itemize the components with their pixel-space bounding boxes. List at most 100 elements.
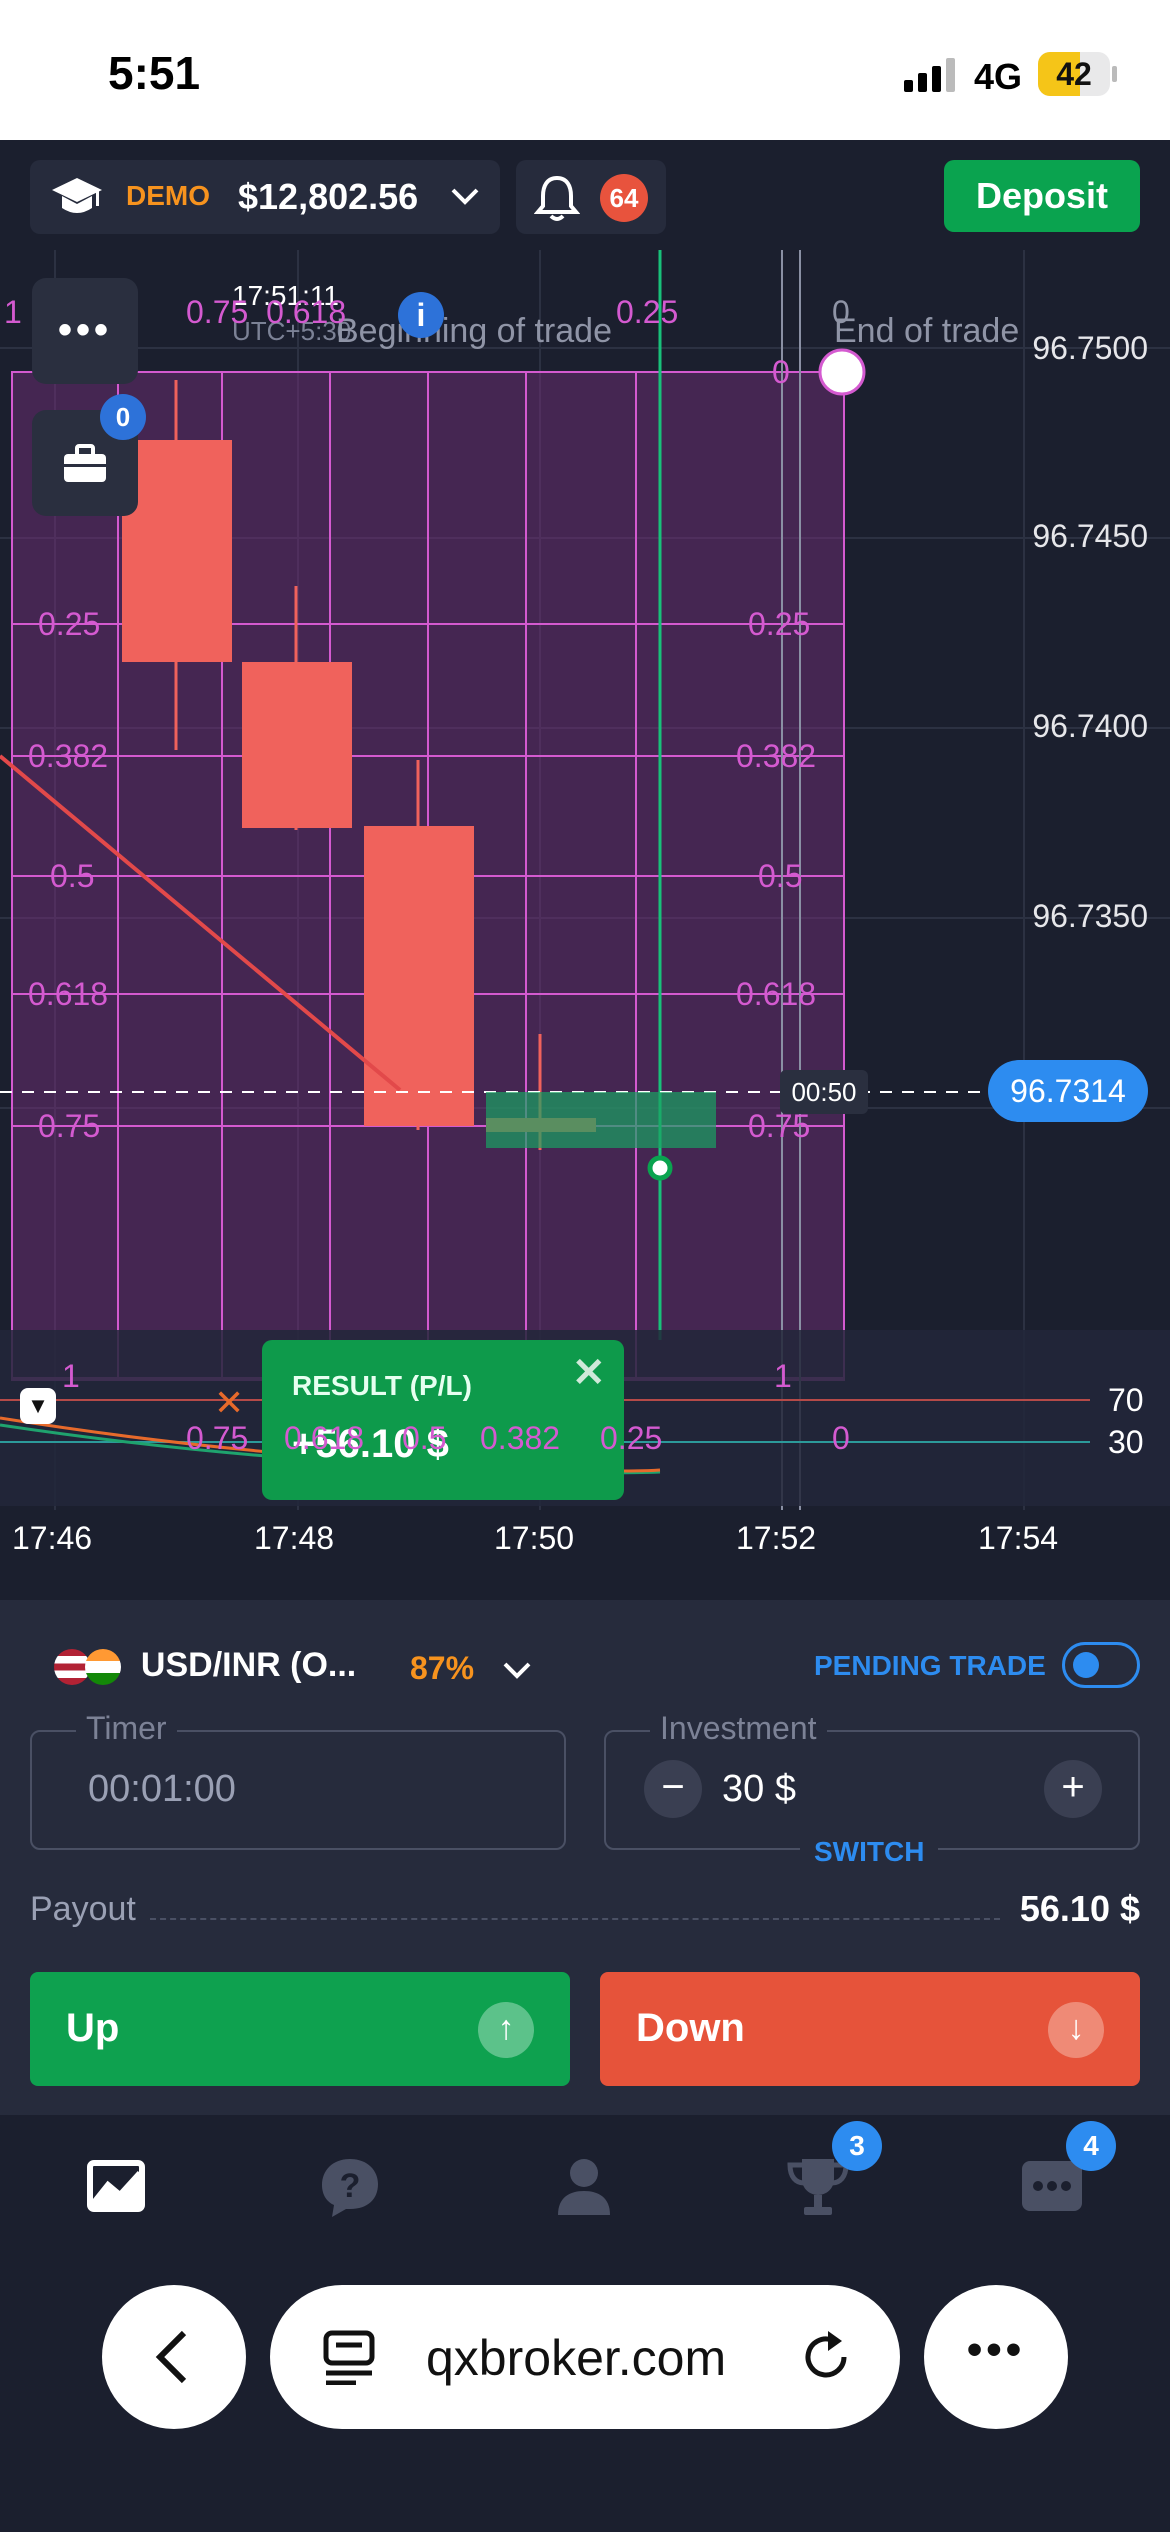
fib-label-right: 0.382 [736, 738, 817, 774]
more-menu-button[interactable]: ••• [32, 278, 138, 384]
notifications-badge: 64 [600, 174, 648, 222]
investment-label: Investment [650, 1710, 827, 1747]
more-dots-icon: ••• [966, 2325, 1026, 2374]
fib-label-right: 0.25 [748, 606, 811, 642]
signal-icon [904, 58, 955, 92]
nav-chart[interactable] [76, 2147, 156, 2227]
portfolio-button[interactable]: 0 [32, 394, 146, 516]
fib-bottom-label: 0.382 [480, 1420, 561, 1456]
chart-canvas [0, 250, 1170, 1510]
fib-bottom-label: 0 [832, 1420, 850, 1456]
nav-trophy[interactable]: 3 [778, 2121, 882, 2227]
info-icon[interactable]: i [398, 292, 444, 338]
bottom-nav: ? 3 4 qxbroker.com ••• [0, 2115, 1170, 2532]
time-tick: 17:54 [978, 1520, 1059, 1556]
asset-selector[interactable]: USD/INR (O... [54, 1646, 356, 1686]
up-button[interactable]: Up ↑ [30, 1972, 570, 2086]
price-tick: 96.7450 [1032, 518, 1148, 554]
fib-bottom-label: 0.25 [600, 1420, 663, 1456]
arrow-down-icon: ↓ [1048, 2002, 1104, 2058]
deposit-button[interactable]: Deposit [944, 160, 1140, 232]
bell-icon [534, 175, 580, 221]
url-text: qxbroker.com [426, 2330, 727, 2386]
back-button[interactable] [102, 2285, 246, 2429]
close-icon[interactable]: ✕ [572, 1350, 606, 1396]
svg-text:?: ? [340, 2167, 361, 2205]
timer-value: 00:01:00 [88, 1768, 236, 1810]
payout-divider [150, 1918, 1000, 1920]
collapse-indicator-icon[interactable]: ▼ [20, 1388, 56, 1424]
reload-icon[interactable] [798, 2329, 854, 2385]
fib-label-right: 0.618 [736, 976, 817, 1012]
time-tick: 17:52 [736, 1520, 817, 1556]
decrease-investment-button[interactable]: − [644, 1760, 702, 1818]
india-flag-icon [85, 1649, 122, 1686]
investment-field[interactable]: Investment − 30 $ + [604, 1710, 1140, 1850]
url-bar[interactable]: qxbroker.com [270, 2285, 900, 2429]
fib-label-left: 0.382 [28, 738, 109, 774]
time-tick: 17:50 [494, 1520, 575, 1556]
end-of-trade-label: End of trade [834, 312, 1020, 350]
notifications-button[interactable]: 64 [516, 160, 666, 234]
chat-badge: 4 [1066, 2121, 1116, 2171]
delete-indicator-icon[interactable]: ✕ [214, 1382, 244, 1424]
chart-icon [87, 2160, 145, 2212]
fib-bottom-label: 0.75 [186, 1420, 249, 1456]
fib-label-left: 1 [62, 1358, 80, 1394]
arrow-up-icon: ↑ [478, 2002, 534, 2058]
oscillator-level: 70 [1108, 1382, 1144, 1418]
fib-label-left: 0.5 [50, 858, 95, 894]
chevron-down-icon[interactable] [502, 1660, 532, 1680]
nav-profile[interactable] [544, 2147, 624, 2227]
more-dots-icon: ••• [57, 308, 112, 352]
nav-help[interactable]: ? [310, 2147, 390, 2227]
price-tick: 96.7500 [1032, 330, 1148, 366]
price-tick: 96.7400 [1032, 708, 1148, 744]
pending-trade-label: PENDING TRADE [814, 1650, 1046, 1681]
timer-field[interactable]: Timer 00:01:00 [30, 1710, 566, 1850]
countdown-timer: 00:50 [780, 1070, 868, 1114]
down-button[interactable]: Down ↓ [600, 1972, 1140, 2086]
timer-label: Timer [76, 1710, 177, 1747]
nav-chat[interactable]: 4 [1012, 2121, 1116, 2227]
portfolio-badge: 0 [100, 394, 146, 440]
trophy-badge: 3 [832, 2121, 882, 2171]
current-price: 96.7314 [988, 1060, 1148, 1122]
fib-top-left-label: 1 [4, 294, 22, 330]
price-tick: 96.7350 [1032, 898, 1148, 934]
up-label: Up [66, 2006, 120, 2050]
account-mode: DEMO [126, 180, 210, 211]
increase-investment-button[interactable]: + [1044, 1760, 1102, 1818]
beginning-of-trade-label: Beginning of trade [336, 312, 612, 350]
briefcase-icon [64, 444, 106, 482]
account-selector[interactable]: DEMO $12,802.56 [30, 160, 500, 234]
price-chart[interactable]: 17:51:11 UTC+5:30 Beginning of trade End… [0, 250, 1170, 1510]
down-label: Down [636, 2006, 745, 2050]
browser-more-button[interactable]: ••• [924, 2285, 1068, 2429]
help-icon: ? [322, 2159, 378, 2217]
time-tick: 17:46 [12, 1520, 93, 1556]
payout-value: 56.10 $ [1019, 1888, 1140, 1929]
trade-panel: USD/INR (O... 87% PENDING TRADE Timer 00… [0, 1600, 1170, 2115]
top-bar: DEMO $12,802.56 64 Deposit [0, 140, 1170, 250]
battery-tip [1112, 66, 1117, 82]
investment-value: 30 $ [722, 1768, 796, 1810]
time-tick: 17:48 [254, 1520, 335, 1556]
reader-icon [323, 2330, 375, 2385]
oscillator-level: 30 [1108, 1424, 1144, 1460]
fib-label-left: 0.618 [28, 976, 109, 1012]
switch-button[interactable]: SWITCH [800, 1836, 939, 1868]
account-balance: $12,802.56 [238, 176, 419, 217]
battery-level: 42 [1056, 56, 1092, 92]
fib-top-zero-label: 0 [832, 294, 850, 330]
battery-icon: 42 [1038, 52, 1110, 96]
fib-top-mid-label: 0.75 0.618 [186, 294, 347, 330]
status-bar: 5:51 4G 42 [0, 0, 1170, 140]
fib-bottom-label: 0.618 [284, 1420, 365, 1456]
fib-label-right: 0 [772, 354, 790, 390]
asset-payout-percent: 87% [410, 1650, 475, 1686]
fib-label-right: 1 [774, 1358, 792, 1394]
pending-trade-toggle[interactable] [1062, 1642, 1140, 1688]
fib-label-right: 0.5 [758, 858, 803, 894]
profile-icon [558, 2159, 610, 2215]
